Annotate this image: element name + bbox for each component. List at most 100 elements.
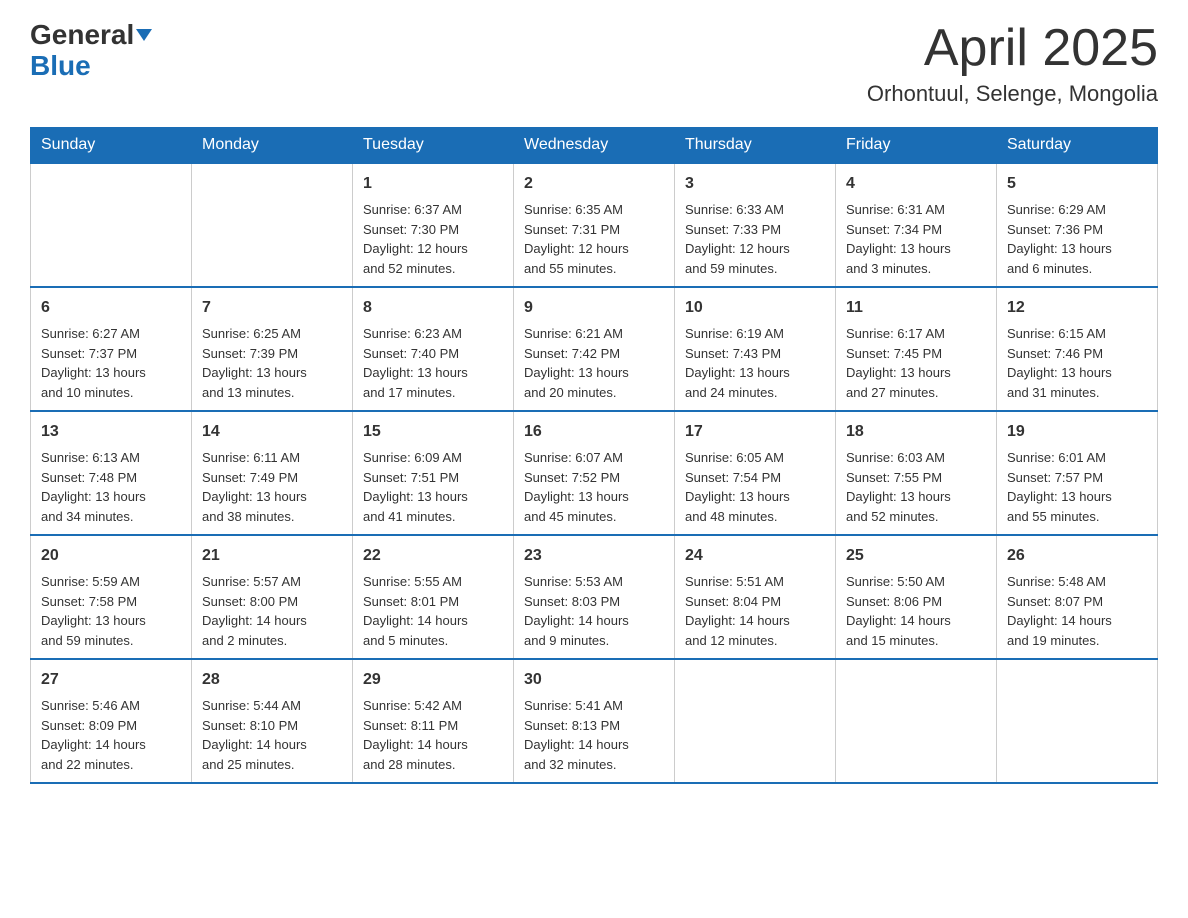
day-number: 2 [524, 172, 664, 196]
week-row-2: 6 Sunrise: 6:27 AMSunset: 7:37 PMDaylight… [31, 287, 1158, 411]
calendar-cell: 2 Sunrise: 6:35 AMSunset: 7:31 PMDaylight… [514, 163, 675, 287]
day-info: Sunrise: 6:37 AMSunset: 7:30 PMDaylight:… [363, 200, 503, 278]
calendar-cell: 11 Sunrise: 6:17 AMSunset: 7:45 PMDayligh… [836, 287, 997, 411]
day-number: 27 [41, 668, 181, 692]
calendar-cell: 15 Sunrise: 6:09 AMSunset: 7:51 PMDayligh… [353, 411, 514, 535]
day-info: Sunrise: 5:55 AMSunset: 8:01 PMDaylight:… [363, 572, 503, 650]
week-row-5: 27 Sunrise: 5:46 AMSunset: 8:09 PMDayligh… [31, 659, 1158, 783]
day-info: Sunrise: 6:35 AMSunset: 7:31 PMDaylight:… [524, 200, 664, 278]
weekday-header-sunday: Sunday [31, 128, 192, 164]
day-number: 7 [202, 296, 342, 320]
calendar-cell: 12 Sunrise: 6:15 AMSunset: 7:46 PMDayligh… [997, 287, 1158, 411]
calendar-cell: 30 Sunrise: 5:41 AMSunset: 8:13 PMDayligh… [514, 659, 675, 783]
day-number: 6 [41, 296, 181, 320]
day-info: Sunrise: 5:41 AMSunset: 8:13 PMDaylight:… [524, 696, 664, 774]
day-info: Sunrise: 6:25 AMSunset: 7:39 PMDaylight:… [202, 324, 342, 402]
day-number: 14 [202, 420, 342, 444]
day-number: 29 [363, 668, 503, 692]
day-number: 4 [846, 172, 986, 196]
day-info: Sunrise: 5:42 AMSunset: 8:11 PMDaylight:… [363, 696, 503, 774]
day-number: 25 [846, 544, 986, 568]
weekday-header-wednesday: Wednesday [514, 128, 675, 164]
location-title: Orhontuul, Selenge, Mongolia [867, 81, 1158, 107]
day-number: 22 [363, 544, 503, 568]
day-info: Sunrise: 6:27 AMSunset: 7:37 PMDaylight:… [41, 324, 181, 402]
day-info: Sunrise: 5:50 AMSunset: 8:06 PMDaylight:… [846, 572, 986, 650]
day-number: 30 [524, 668, 664, 692]
weekday-header-saturday: Saturday [997, 128, 1158, 164]
day-number: 24 [685, 544, 825, 568]
day-info: Sunrise: 5:59 AMSunset: 7:58 PMDaylight:… [41, 572, 181, 650]
day-info: Sunrise: 5:57 AMSunset: 8:00 PMDaylight:… [202, 572, 342, 650]
day-info: Sunrise: 6:21 AMSunset: 7:42 PMDaylight:… [524, 324, 664, 402]
day-info: Sunrise: 6:23 AMSunset: 7:40 PMDaylight:… [363, 324, 503, 402]
day-info: Sunrise: 5:53 AMSunset: 8:03 PMDaylight:… [524, 572, 664, 650]
day-info: Sunrise: 6:29 AMSunset: 7:36 PMDaylight:… [1007, 200, 1147, 278]
logo: General Blue [30, 20, 152, 82]
day-number: 21 [202, 544, 342, 568]
month-title: April 2025 [867, 20, 1158, 77]
day-info: Sunrise: 6:33 AMSunset: 7:33 PMDaylight:… [685, 200, 825, 278]
calendar-cell [675, 659, 836, 783]
day-info: Sunrise: 6:19 AMSunset: 7:43 PMDaylight:… [685, 324, 825, 402]
day-info: Sunrise: 6:05 AMSunset: 7:54 PMDaylight:… [685, 448, 825, 526]
weekday-header-tuesday: Tuesday [353, 128, 514, 164]
day-info: Sunrise: 5:46 AMSunset: 8:09 PMDaylight:… [41, 696, 181, 774]
day-info: Sunrise: 6:31 AMSunset: 7:34 PMDaylight:… [846, 200, 986, 278]
calendar-cell: 23 Sunrise: 5:53 AMSunset: 8:03 PMDayligh… [514, 535, 675, 659]
weekday-header-thursday: Thursday [675, 128, 836, 164]
day-number: 19 [1007, 420, 1147, 444]
calendar-cell: 13Sunrise: 6:13 AMSunset: 7:48 PMDayligh… [31, 411, 192, 535]
day-number: 18 [846, 420, 986, 444]
day-info: Sunrise: 6:09 AMSunset: 7:51 PMDaylight:… [363, 448, 503, 526]
calendar-cell: 7 Sunrise: 6:25 AMSunset: 7:39 PMDaylight… [192, 287, 353, 411]
weekday-header-monday: Monday [192, 128, 353, 164]
calendar-cell: 16Sunrise: 6:07 AMSunset: 7:52 PMDayligh… [514, 411, 675, 535]
calendar-cell: 4 Sunrise: 6:31 AMSunset: 7:34 PMDaylight… [836, 163, 997, 287]
day-number: 13 [41, 420, 181, 444]
week-row-3: 13Sunrise: 6:13 AMSunset: 7:48 PMDayligh… [31, 411, 1158, 535]
calendar-cell: 27 Sunrise: 5:46 AMSunset: 8:09 PMDayligh… [31, 659, 192, 783]
calendar-cell: 26 Sunrise: 5:48 AMSunset: 8:07 PMDayligh… [997, 535, 1158, 659]
day-number: 8 [363, 296, 503, 320]
day-info: Sunrise: 6:17 AMSunset: 7:45 PMDaylight:… [846, 324, 986, 402]
logo-blue-text: Blue [30, 50, 91, 81]
day-info: Sunrise: 6:01 AMSunset: 7:57 PMDaylight:… [1007, 448, 1147, 526]
title-area: April 2025 Orhontuul, Selenge, Mongolia [867, 20, 1158, 107]
calendar-table: SundayMondayTuesdayWednesdayThursdayFrid… [30, 127, 1158, 784]
day-number: 15 [363, 420, 503, 444]
day-number: 11 [846, 296, 986, 320]
day-info: Sunrise: 5:44 AMSunset: 8:10 PMDaylight:… [202, 696, 342, 774]
day-number: 9 [524, 296, 664, 320]
calendar-cell: 8 Sunrise: 6:23 AMSunset: 7:40 PMDaylight… [353, 287, 514, 411]
day-number: 3 [685, 172, 825, 196]
day-info: Sunrise: 6:07 AMSunset: 7:52 PMDaylight:… [524, 448, 664, 526]
calendar-cell: 29 Sunrise: 5:42 AMSunset: 8:11 PMDayligh… [353, 659, 514, 783]
calendar-cell: 19 Sunrise: 6:01 AMSunset: 7:57 PMDayligh… [997, 411, 1158, 535]
logo-triangle-icon [136, 29, 152, 41]
day-info: Sunrise: 6:15 AMSunset: 7:46 PMDaylight:… [1007, 324, 1147, 402]
calendar-cell: 24Sunrise: 5:51 AMSunset: 8:04 PMDayligh… [675, 535, 836, 659]
calendar-cell: 21 Sunrise: 5:57 AMSunset: 8:00 PMDayligh… [192, 535, 353, 659]
calendar-cell: 6 Sunrise: 6:27 AMSunset: 7:37 PMDaylight… [31, 287, 192, 411]
day-info: Sunrise: 5:48 AMSunset: 8:07 PMDaylight:… [1007, 572, 1147, 650]
day-number: 12 [1007, 296, 1147, 320]
day-number: 10 [685, 296, 825, 320]
day-number: 28 [202, 668, 342, 692]
calendar-cell: 22 Sunrise: 5:55 AMSunset: 8:01 PMDayligh… [353, 535, 514, 659]
weekday-header-friday: Friday [836, 128, 997, 164]
header: General Blue April 2025 Orhontuul, Selen… [30, 20, 1158, 107]
day-number: 26 [1007, 544, 1147, 568]
calendar-cell: 20 Sunrise: 5:59 AMSunset: 7:58 PMDayligh… [31, 535, 192, 659]
calendar-cell: 9 Sunrise: 6:21 AMSunset: 7:42 PMDaylight… [514, 287, 675, 411]
week-row-4: 20 Sunrise: 5:59 AMSunset: 7:58 PMDayligh… [31, 535, 1158, 659]
day-number: 1 [363, 172, 503, 196]
day-number: 20 [41, 544, 181, 568]
calendar-cell: 3 Sunrise: 6:33 AMSunset: 7:33 PMDaylight… [675, 163, 836, 287]
calendar-cell: 1 Sunrise: 6:37 AMSunset: 7:30 PMDaylight… [353, 163, 514, 287]
logo-area: General Blue [30, 20, 152, 82]
day-number: 23 [524, 544, 664, 568]
calendar-cell: 18Sunrise: 6:03 AMSunset: 7:55 PMDayligh… [836, 411, 997, 535]
calendar-cell [997, 659, 1158, 783]
day-info: Sunrise: 6:11 AMSunset: 7:49 PMDaylight:… [202, 448, 342, 526]
